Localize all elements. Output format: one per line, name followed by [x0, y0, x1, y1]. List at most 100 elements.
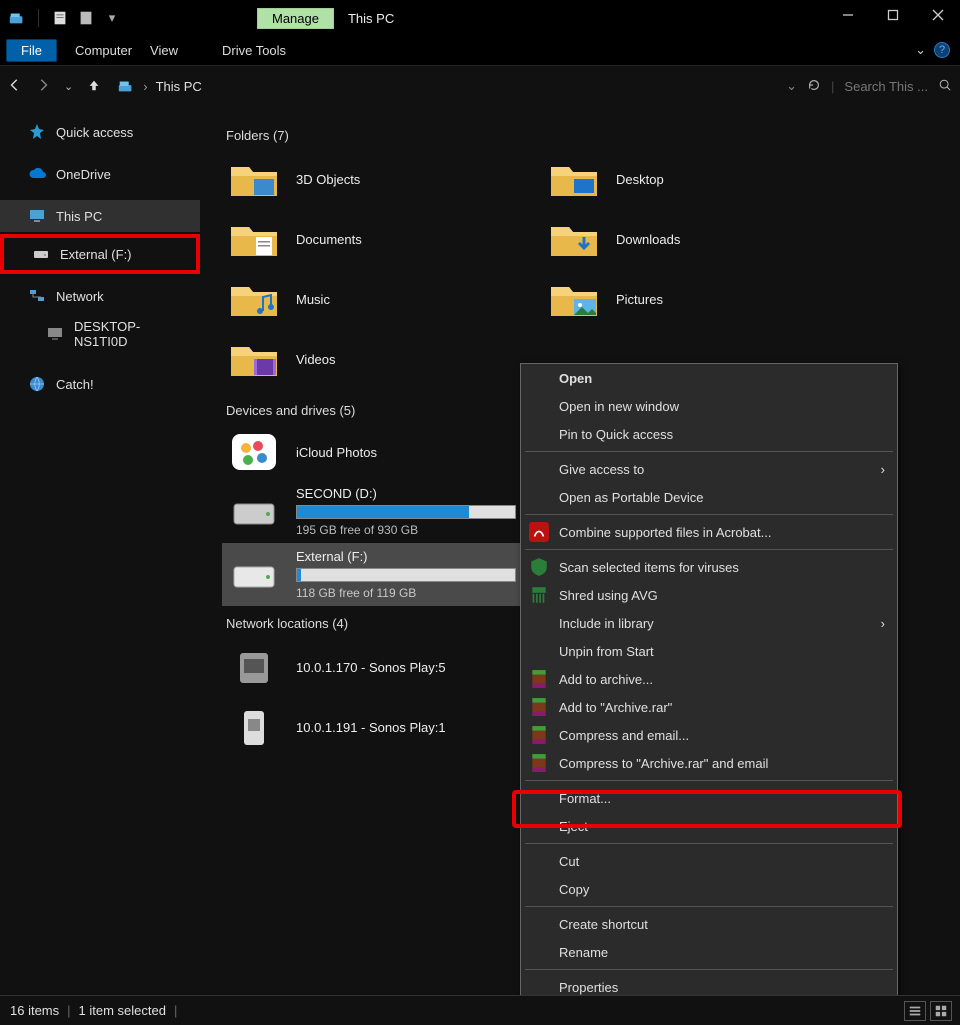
icloud-icon [228, 430, 280, 474]
drive-usage-bar [296, 505, 516, 519]
ctx-open-portable[interactable]: Open as Portable Device [521, 483, 897, 511]
folder-label: Downloads [616, 232, 680, 247]
forward-button[interactable] [36, 78, 50, 95]
recent-dropdown-icon[interactable]: ⌄ [64, 80, 73, 93]
drive-icloud[interactable]: iCloud Photos [222, 424, 522, 480]
ctx-pin-quick-access[interactable]: Pin to Quick access [521, 420, 897, 448]
folder-music[interactable]: Music [222, 269, 542, 329]
drive-label: External (F:) [296, 549, 516, 564]
drive-tools-tab[interactable]: Drive Tools [222, 43, 286, 58]
folder-icon [228, 337, 280, 381]
location-icon [117, 77, 135, 95]
close-button[interactable] [915, 0, 960, 30]
drive-external[interactable]: External (F:) 118 GB free of 119 GB [222, 543, 522, 606]
rar-icon [529, 697, 549, 717]
breadcrumb-separator: › [143, 79, 147, 94]
ctx-unpin-start[interactable]: Unpin from Start [521, 637, 897, 665]
folder-label: 3D Objects [296, 172, 360, 187]
shield-icon [529, 557, 549, 577]
ribbon-collapse-icon[interactable]: ⌄ [915, 42, 926, 58]
ctx-give-access[interactable]: Give access to› [521, 455, 897, 483]
up-button[interactable] [87, 78, 101, 95]
sidebar-item-label: This PC [56, 209, 102, 224]
refresh-icon[interactable] [807, 78, 821, 95]
folder-icon [228, 157, 280, 201]
address-dropdown-icon[interactable]: ⌄ [786, 78, 797, 94]
rar-icon [529, 725, 549, 745]
address-bar: ⌄ › This PC ⌄ | Search This ... [0, 66, 960, 106]
folder-pictures[interactable]: Pictures [542, 269, 862, 329]
breadcrumb-location[interactable]: This PC [156, 79, 202, 94]
sidebar-item-label: DESKTOP-NS1TI0D [74, 319, 192, 349]
file-tab[interactable]: File [6, 39, 57, 62]
ctx-add-archive[interactable]: Add to archive... [521, 665, 897, 693]
ctx-eject[interactable]: Eject [521, 812, 897, 840]
drive-free-text: 118 GB free of 119 GB [296, 586, 516, 600]
icons-view-button[interactable] [930, 1001, 952, 1021]
network-label: 10.0.1.170 - Sonos Play:5 [296, 660, 446, 675]
ctx-compress-email[interactable]: Compress and email... [521, 721, 897, 749]
folder-icon [548, 277, 600, 321]
computer-tab[interactable]: Computer [75, 43, 132, 58]
ctx-create-shortcut[interactable]: Create shortcut [521, 910, 897, 938]
ctx-open[interactable]: Open [521, 364, 897, 392]
maximize-button[interactable] [870, 0, 915, 30]
folder-label: Desktop [616, 172, 664, 187]
sidebar-desktop-pc[interactable]: DESKTOP-NS1TI0D [0, 312, 200, 356]
sidebar-onedrive[interactable]: OneDrive [0, 158, 200, 190]
qat-chevron-icon[interactable]: ▾ [103, 9, 121, 27]
folder-desktop[interactable]: Desktop [542, 149, 862, 209]
network-label: 10.0.1.191 - Sonos Play:1 [296, 720, 446, 735]
ctx-format[interactable]: Format... [521, 784, 897, 812]
view-tab[interactable]: View [150, 43, 178, 58]
qat-dropdown-icon[interactable] [77, 9, 95, 27]
pin-icon [28, 123, 46, 141]
sidebar-item-label: Quick access [56, 125, 133, 140]
device-icon [228, 645, 280, 689]
ctx-include-library[interactable]: Include in library› [521, 609, 897, 637]
ctx-open-new-window[interactable]: Open in new window [521, 392, 897, 420]
ribbon: File Computer View Drive Tools ⌄ ? [0, 36, 960, 66]
qat-properties-icon[interactable] [51, 9, 69, 27]
folders-header[interactable]: Folders (7) [226, 128, 960, 143]
ctx-cut[interactable]: Cut [521, 847, 897, 875]
sidebar-quick-access[interactable]: Quick access [0, 116, 200, 148]
status-bar: 16 items | 1 item selected | [0, 995, 960, 1025]
minimize-button[interactable] [825, 0, 870, 30]
drive-free-text: 195 GB free of 930 GB [296, 523, 516, 537]
folder-videos[interactable]: Videos [222, 329, 542, 389]
sidebar-catch[interactable]: Catch! [0, 368, 200, 400]
back-button[interactable] [8, 78, 22, 95]
cloud-icon [28, 165, 46, 183]
folder-label: Pictures [616, 292, 663, 307]
drive-usage-bar [296, 568, 516, 582]
ctx-shred[interactable]: Shred using AVG [521, 581, 897, 609]
acrobat-icon [529, 522, 549, 542]
folder-3d-objects[interactable]: 3D Objects [222, 149, 542, 209]
sidebar-network[interactable]: Network [0, 280, 200, 312]
window-title: This PC [348, 11, 394, 26]
search-placeholder[interactable]: Search This ... [844, 79, 928, 94]
ctx-scan[interactable]: Scan selected items for viruses [521, 553, 897, 581]
folder-documents[interactable]: Documents [222, 209, 542, 269]
sidebar-external[interactable]: External (F:) [0, 234, 200, 274]
manage-tab[interactable]: Manage [257, 8, 334, 29]
pc-icon [46, 325, 64, 343]
status-item-count: 16 items [10, 1003, 59, 1018]
folder-icon [228, 217, 280, 261]
sidebar-this-pc[interactable]: This PC [0, 200, 200, 232]
globe-icon [28, 375, 46, 393]
submenu-arrow-icon: › [881, 462, 885, 477]
search-icon[interactable] [938, 78, 952, 95]
ctx-copy[interactable]: Copy [521, 875, 897, 903]
ctx-add-archive-rar[interactable]: Add to "Archive.rar" [521, 693, 897, 721]
ctx-combine-acrobat[interactable]: Combine supported files in Acrobat... [521, 518, 897, 546]
folder-label: Videos [296, 352, 336, 367]
help-icon[interactable]: ? [934, 42, 950, 58]
details-view-button[interactable] [904, 1001, 926, 1021]
title-bar: ▾ Manage This PC [0, 0, 960, 36]
folder-downloads[interactable]: Downloads [542, 209, 862, 269]
drive-second[interactable]: SECOND (D:) 195 GB free of 930 GB [222, 480, 522, 543]
ctx-compress-rar-email[interactable]: Compress to "Archive.rar" and email [521, 749, 897, 777]
ctx-rename[interactable]: Rename [521, 938, 897, 966]
